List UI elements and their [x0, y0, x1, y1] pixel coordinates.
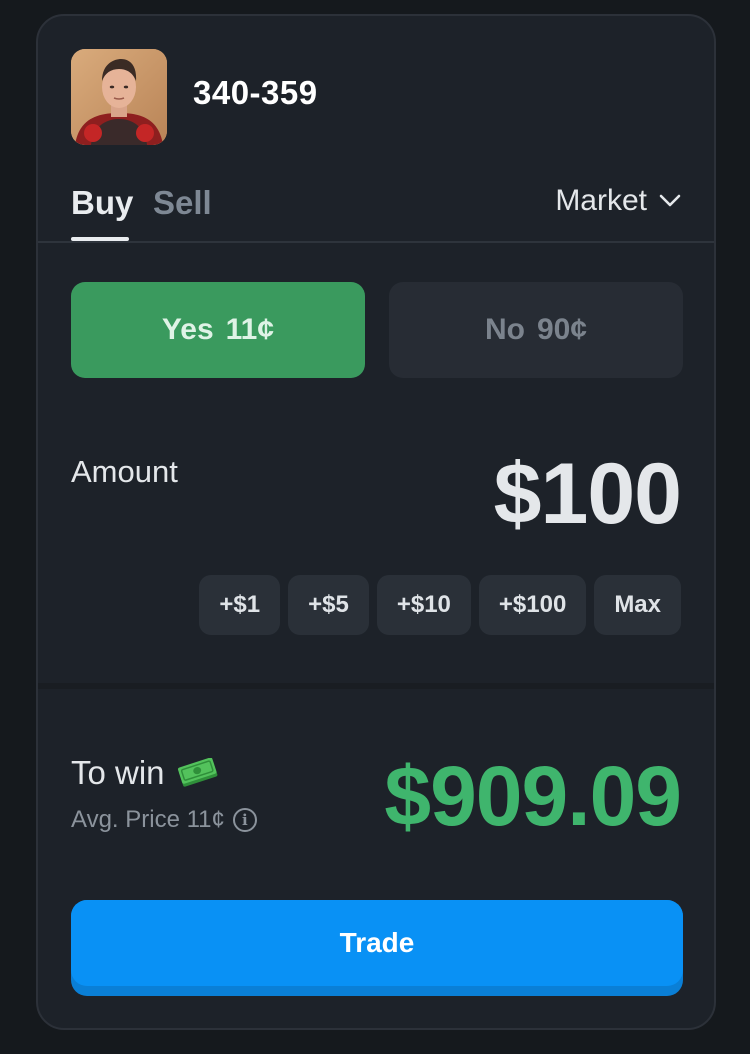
max-button[interactable]: Max — [594, 575, 681, 635]
outcome-yes-button[interactable]: Yes 11¢ — [71, 282, 365, 378]
tab-buy[interactable]: Buy — [71, 184, 133, 222]
order-type-label: Market — [555, 184, 647, 217]
money-icon — [177, 758, 217, 787]
info-icon[interactable]: i — [232, 808, 257, 832]
trade-button-label: Trade — [71, 900, 683, 986]
quick-add-100-button[interactable]: +$100 — [478, 575, 587, 635]
to-win-label: To win — [71, 754, 165, 791]
quick-add-10-button[interactable]: +$10 — [376, 575, 471, 635]
tabs-divider — [38, 241, 714, 243]
quick-add-5-button[interactable]: +$5 — [288, 575, 369, 635]
order-type-dropdown[interactable]: Market — [555, 184, 681, 218]
avg-price-row: Avg. Price 11¢ i — [71, 806, 257, 834]
amount-input[interactable]: $100 — [494, 444, 682, 544]
market-title: 340-359 — [193, 74, 318, 111]
chevron-down-icon — [659, 194, 681, 207]
quick-amount-buttons: +$1 +$5 +$10 +$100 Max — [199, 575, 681, 635]
to-win-label-row: To win — [71, 754, 219, 792]
market-avatar — [71, 49, 167, 145]
to-win-value: $909.09 — [384, 749, 682, 843]
outcome-no-label: No — [484, 313, 525, 346]
quick-add-1-button[interactable]: +$1 — [199, 575, 281, 635]
trade-panel: 340-359 Buy Sell Market Yes 11¢ No 90¢ A… — [36, 14, 716, 1030]
outcome-yes-price: 11¢ — [225, 313, 275, 346]
outcome-no-button[interactable]: No 90¢ — [389, 282, 683, 378]
avatar-image — [71, 49, 167, 145]
outcome-no-price: 90¢ — [536, 313, 588, 346]
outcome-yes-label: Yes — [161, 313, 214, 346]
avg-price-label: Avg. Price 11¢ — [71, 806, 225, 833]
amount-label: Amount — [71, 454, 178, 489]
trade-button[interactable]: Trade — [71, 900, 683, 996]
section-divider — [38, 683, 714, 689]
tab-sell[interactable]: Sell — [153, 184, 212, 222]
